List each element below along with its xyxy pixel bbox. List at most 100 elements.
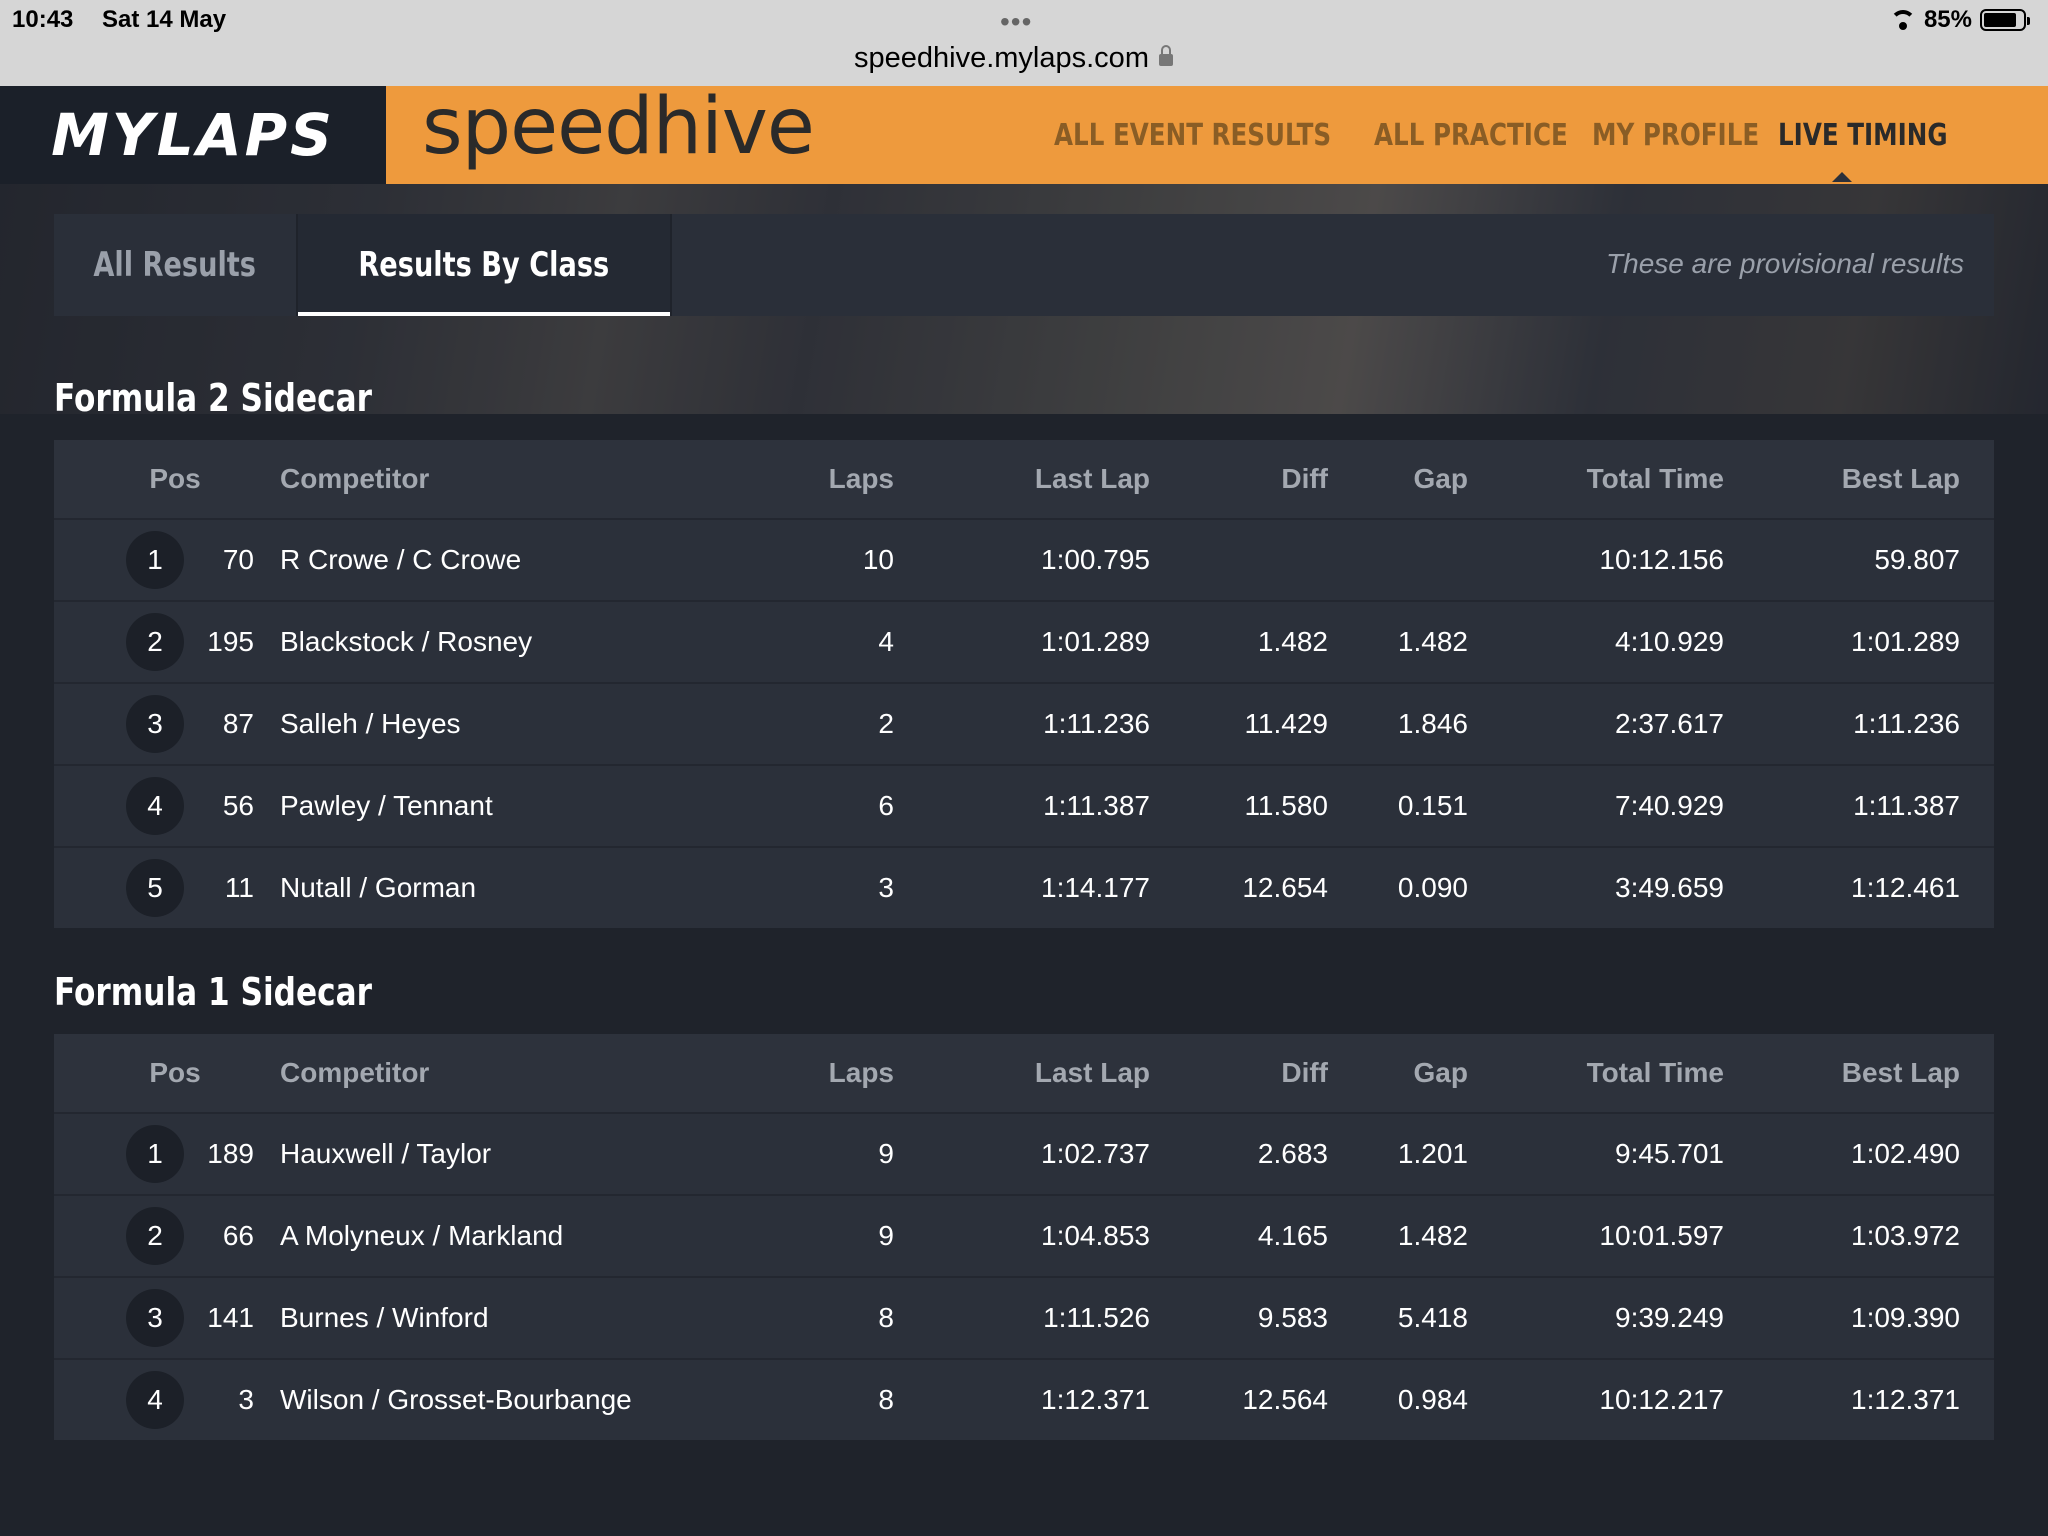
diff-value: 9.583	[1257, 1302, 1328, 1333]
tab-results-by-class[interactable]: Results By Class	[296, 214, 672, 316]
gap-value: 0.090	[1397, 872, 1468, 903]
kart-number: 87	[222, 708, 254, 739]
best-lap-value: 1:01.289	[1851, 626, 1960, 657]
address-bar[interactable]: speedhive.mylaps.com	[854, 42, 1173, 75]
best-lap-value: 1:12.461	[1851, 872, 1960, 903]
laps-value: 6	[878, 790, 894, 821]
class-title-formula-2-sidecar: Formula 2 Sidecar	[54, 376, 372, 420]
nav-all-event-results[interactable]: ALL EVENT RESULTS	[1054, 118, 1331, 153]
table-row[interactable]: 3 87 Salleh / Heyes 2 1:11.236 11.429 1.…	[54, 684, 1994, 766]
status-bar: 10:43 Sat 14 May ••• speedhive.mylaps.co…	[0, 0, 2048, 86]
last-lap-value: 1:11.387	[1043, 790, 1150, 821]
total-time-value: 9:45.701	[1615, 1138, 1724, 1169]
col-pos: Pos	[149, 463, 201, 494]
table-row[interactable]: 3 141 Burnes / Winford 8 1:11.526 9.583 …	[54, 1278, 1994, 1360]
col-pos: Pos	[149, 1057, 201, 1088]
gap-value: 1.846	[1397, 708, 1468, 739]
col-total-time: Total Time	[1586, 1057, 1724, 1088]
diff-value	[1154, 520, 1328, 600]
diff-value: 1.482	[1257, 626, 1328, 657]
nav-live-timing[interactable]: LIVE TIMING	[1778, 118, 1948, 153]
best-lap-value: 1:03.972	[1851, 1220, 1960, 1251]
last-lap-value: 1:14.177	[1041, 872, 1150, 903]
table-row[interactable]: 2 66 A Molyneux / Markland 9 1:04.853 4.…	[54, 1196, 1994, 1278]
wifi-icon	[1889, 10, 1916, 30]
best-lap-value: 1:11.236	[1853, 708, 1960, 739]
total-time-value: 10:01.597	[1599, 1220, 1724, 1251]
col-gap: Gap	[1413, 1057, 1468, 1088]
table-header: Pos Competitor Laps Last Lap Diff Gap To…	[54, 1034, 1994, 1114]
battery-percent: 85%	[1923, 6, 1972, 33]
kart-number: 195	[207, 626, 254, 657]
gap-value: 1.201	[1397, 1138, 1468, 1169]
speedhive-bar: speedhive ALL EVENT RESULTS ALL PRACTICE…	[386, 82, 2048, 184]
col-last-lap: Last Lap	[1034, 1057, 1150, 1088]
tab-all-results[interactable]: All Results	[54, 214, 296, 316]
lock-icon	[1158, 45, 1173, 66]
url-text: speedhive.mylaps.com	[854, 42, 1149, 74]
class-title-formula-1-sidecar: Formula 1 Sidecar	[54, 970, 372, 1014]
mylaps-logo[interactable]: MYLAPS	[0, 86, 386, 184]
speedhive-logo[interactable]: speedhive	[422, 82, 815, 172]
last-lap-value: 1:12.371	[1041, 1384, 1150, 1415]
best-lap-value: 1:09.390	[1851, 1302, 1960, 1333]
best-lap-value: 1:12.371	[1851, 1384, 1960, 1415]
active-nav-indicator	[1832, 172, 1852, 182]
clock: 10:43	[12, 6, 74, 33]
kart-number: 189	[207, 1138, 254, 1169]
laps-value: 3	[878, 872, 894, 903]
laps-value: 8	[878, 1384, 894, 1415]
gap-value: 5.418	[1397, 1302, 1468, 1333]
kart-number: 56	[222, 790, 254, 821]
nav-my-profile[interactable]: MY PROFILE	[1592, 118, 1759, 153]
laps-value: 9	[878, 1138, 894, 1169]
col-laps: Laps	[828, 463, 894, 494]
kart-number: 70	[222, 544, 254, 575]
provisional-notice: These are provisional results	[1606, 248, 1964, 279]
results-table-formula-1-sidecar: Pos Competitor Laps Last Lap Diff Gap To…	[54, 1034, 1994, 1440]
best-lap-value: 1:02.490	[1851, 1138, 1960, 1169]
total-time-value: 9:39.249	[1615, 1302, 1724, 1333]
table-row[interactable]: 1 70 R Crowe / C Crowe 10 1:00.795 10:12…	[54, 520, 1994, 602]
total-time-value: 2:37.617	[1615, 708, 1724, 739]
last-lap-value: 1:04.853	[1041, 1220, 1150, 1251]
col-diff: Diff	[1281, 1057, 1328, 1088]
total-time-value: 7:40.929	[1615, 790, 1724, 821]
nav-all-practice[interactable]: ALL PRACTICE	[1374, 118, 1568, 153]
more-dots-icon[interactable]: •••	[1000, 6, 1032, 38]
col-total-time: Total Time	[1586, 463, 1724, 494]
status-indicators: 85%	[1889, 6, 2030, 34]
laps-value: 10	[862, 544, 894, 575]
battery-icon	[1980, 9, 2030, 31]
table-row[interactable]: 4 3 Wilson / Grosset-Bourbange 8 1:12.37…	[54, 1360, 1994, 1440]
last-lap-value: 1:11.236	[1043, 708, 1150, 739]
best-lap-value: 59.807	[1874, 544, 1960, 575]
last-lap-value: 1:00.795	[1041, 544, 1150, 575]
diff-value: 2.683	[1257, 1138, 1328, 1169]
col-gap: Gap	[1413, 463, 1468, 494]
col-diff: Diff	[1281, 463, 1328, 494]
diff-value: 12.654	[1242, 872, 1328, 903]
laps-value: 9	[878, 1220, 894, 1251]
tab-all-results-label: All Results	[93, 245, 257, 285]
kart-number: 11	[224, 872, 254, 903]
results-table-formula-2-sidecar: Pos Competitor Laps Last Lap Diff Gap To…	[54, 440, 1994, 928]
diff-value: 12.564	[1242, 1384, 1328, 1415]
total-time-value: 10:12.156	[1599, 544, 1724, 575]
table-row[interactable]: 2 195 Blackstock / Rosney 4 1:01.289 1.4…	[54, 602, 1994, 684]
col-best-lap: Best Lap	[1841, 463, 1960, 494]
total-time-value: 4:10.929	[1615, 626, 1724, 657]
main-nav: ALL EVENT RESULTS ALL PRACTICE MY PROFIL…	[1054, 118, 1948, 153]
gap-value: 1.482	[1397, 1220, 1468, 1251]
kart-number: 3	[238, 1384, 254, 1415]
table-row[interactable]: 4 56 Pawley / Tennant 6 1:11.387 11.580 …	[54, 766, 1994, 848]
laps-value: 8	[878, 1302, 894, 1333]
total-time-value: 3:49.659	[1615, 872, 1724, 903]
col-best-lap: Best Lap	[1841, 1057, 1960, 1088]
kart-number: 141	[207, 1302, 254, 1333]
laps-value: 4	[878, 626, 894, 657]
gap-value: 1.482	[1397, 626, 1468, 657]
gap-value: 0.151	[1397, 790, 1468, 821]
table-row[interactable]: 1 189 Hauxwell / Taylor 9 1:02.737 2.683…	[54, 1114, 1994, 1196]
table-row[interactable]: 5 11 Nutall / Gorman 3 1:14.177 12.654 0…	[54, 848, 1994, 928]
